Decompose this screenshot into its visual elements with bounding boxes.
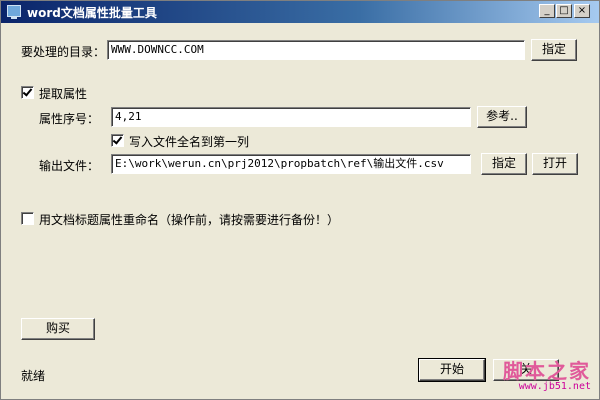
directory-label: 要处理的目录： <box>21 45 106 59</box>
watermark: 脚本之家 www.jb51.net <box>441 355 591 395</box>
buy-button[interactable]: 购买 <box>21 318 95 340</box>
output-file-label: 输出文件： <box>39 159 100 173</box>
write-filename-label: 写入文件全名到第一列 <box>129 135 250 149</box>
property-index-label: 属性序号： <box>39 112 100 126</box>
maximize-button[interactable]: □ <box>556 4 572 18</box>
app-monitor-icon <box>7 5 21 19</box>
write-filename-checkbox[interactable] <box>111 134 124 147</box>
output-file-input[interactable]: E:\work\werun.cn\prj2012\propbatch\ref\输… <box>111 154 471 174</box>
close-window-button[interactable]: × <box>574 4 590 18</box>
output-open-button[interactable]: 打开 <box>532 153 578 175</box>
window-title: word文档属性批量工具 <box>27 6 157 20</box>
property-index-input[interactable]: 4,21 <box>111 107 471 127</box>
extract-checkbox[interactable] <box>21 86 34 99</box>
reference-button[interactable]: 参考.. <box>477 106 527 128</box>
title-bar: word文档属性批量工具 _ □ × <box>1 1 599 23</box>
directory-browse-button[interactable]: 指定 <box>531 39 577 61</box>
rename-checkbox-label: 用文档标题属性重命名（操作前，请按需要进行备份！） <box>39 213 340 227</box>
rename-checkbox[interactable] <box>21 212 34 225</box>
watermark-url: www.jb51.net <box>518 381 591 392</box>
status-text: 就绪 <box>21 369 46 383</box>
watermark-logo: 脚本之家 <box>503 359 591 383</box>
output-browse-button[interactable]: 指定 <box>481 153 527 175</box>
extract-checkbox-label: 提取属性 <box>39 87 88 101</box>
main-window: word文档属性批量工具 _ □ × 要处理的目录： WWW.DOWNCC.CO… <box>0 0 600 400</box>
minimize-button[interactable]: _ <box>539 4 555 18</box>
directory-input[interactable]: WWW.DOWNCC.COM <box>107 40 525 60</box>
